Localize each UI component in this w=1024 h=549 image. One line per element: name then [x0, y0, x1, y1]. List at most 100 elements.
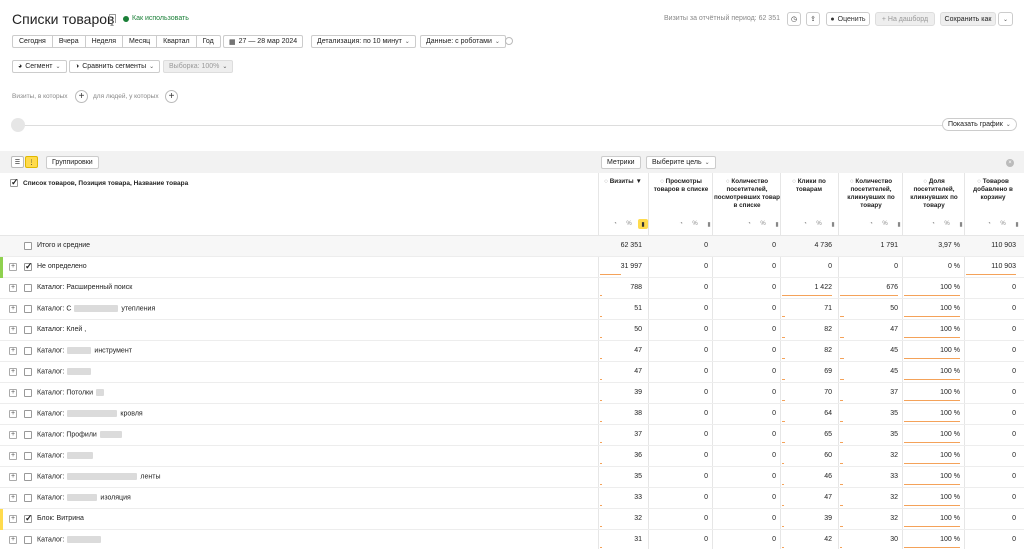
totals-row[interactable]: Итого и средние 62 351 0 0 4 736 1 791 3,97 % 1…: [0, 236, 1024, 257]
expand-icon[interactable]: +: [9, 263, 17, 271]
percent-icon[interactable]: %: [814, 219, 824, 229]
list-view-toggle[interactable]: ☰: [11, 156, 24, 168]
table-row[interactable]: + Каталог: 36 0 0 60 32 100 % 0: [0, 446, 1024, 467]
add-people-filter-button[interactable]: +: [165, 90, 178, 103]
how-to-use-link[interactable]: Как использовать: [123, 15, 189, 22]
percent-icon[interactable]: %: [998, 219, 1008, 229]
pie-icon[interactable]: ◔: [744, 219, 754, 229]
percent-icon[interactable]: %: [690, 219, 700, 229]
row-checkbox[interactable]: [24, 513, 33, 524]
table-row[interactable]: + Каталог: Потолки 39 0 0 70 37 100 % 0: [0, 383, 1024, 404]
data-dropdown[interactable]: Данные: с роботами ⌄: [420, 35, 506, 48]
percent-icon[interactable]: %: [942, 219, 952, 229]
table-row[interactable]: + Каталог: 31 0 0 42 30 100 % 0: [0, 530, 1024, 549]
table-row[interactable]: + Каталог: Сутепления 51 0 0 71 50 100 % 0: [0, 299, 1024, 320]
period-week[interactable]: Неделя: [86, 36, 124, 47]
expand-icon[interactable]: +: [9, 389, 17, 397]
row-checkbox[interactable]: [24, 389, 32, 397]
column-view-switch[interactable]: ◔% ▮: [984, 219, 1022, 229]
pie-icon[interactable]: ◔: [676, 219, 686, 229]
expand-icon[interactable]: +: [9, 494, 17, 502]
bars-icon[interactable]: ▮: [638, 219, 648, 229]
bookmark-icon[interactable]: [109, 14, 116, 26]
column-header[interactable]: ○ Количество посетителей, посмотревших т…: [714, 178, 780, 210]
detail-dropdown[interactable]: Детализация: по 10 минут ⌄: [311, 35, 416, 48]
table-row[interactable]: + Каталог: инструмент 47 0 0 82 45 100 % 0: [0, 341, 1024, 362]
row-checkbox[interactable]: [24, 305, 32, 313]
sample-dropdown[interactable]: Выборка: 100% ⌄: [163, 60, 234, 73]
table-row[interactable]: + Каталог: Расширенный поиск 788 0 0 1 422 676…: [0, 278, 1024, 299]
column-view-switch[interactable]: ◔% ▮: [744, 219, 782, 229]
bars-icon[interactable]: ▮: [1012, 219, 1022, 229]
table-row[interactable]: + Не определено 31 997 0 0 0 0 0 % 110 903: [0, 257, 1024, 278]
row-checkbox[interactable]: [24, 347, 32, 355]
expand-icon[interactable]: +: [9, 410, 17, 418]
row-checkbox[interactable]: [24, 284, 32, 292]
row-checkbox[interactable]: [24, 431, 32, 439]
expand-icon[interactable]: +: [9, 347, 17, 355]
pie-icon[interactable]: ◔: [984, 219, 994, 229]
column-header[interactable]: ○ Количество посетителей, кликнувших по …: [840, 178, 902, 210]
column-header[interactable]: ○ Визиты ▼: [600, 178, 646, 186]
help-icon[interactable]: [505, 37, 513, 45]
table-row[interactable]: + Каталог: Профили 37 0 0 65 35 100 % 0: [0, 425, 1024, 446]
tree-view-toggle[interactable]: ⋮: [25, 156, 38, 168]
row-checkbox[interactable]: [24, 536, 32, 544]
expand-icon[interactable]: +: [9, 326, 17, 334]
groupings-button[interactable]: Группировки: [46, 156, 99, 169]
compare-segments-dropdown[interactable]: ◑ Сравнить сегменты ⌄: [69, 60, 161, 73]
pie-icon[interactable]: ◔: [800, 219, 810, 229]
dimension-checkbox[interactable]: [10, 177, 19, 189]
pie-icon[interactable]: ◔: [610, 219, 620, 229]
table-row[interactable]: + Каталог: кровля 38 0 0 64 35 100 % 0: [0, 404, 1024, 425]
period-year[interactable]: Год: [197, 36, 220, 47]
period-today[interactable]: Сегодня: [13, 36, 53, 47]
expand-icon[interactable]: +: [9, 452, 17, 460]
table-row[interactable]: + Блок: Витрина 32 0 0 39 32 100 % 0: [0, 509, 1024, 530]
period-quarter[interactable]: Квартал: [157, 36, 197, 47]
column-view-switch[interactable]: ◔% ▮: [610, 219, 648, 229]
row-checkbox[interactable]: [24, 326, 32, 334]
add-visits-filter-button[interactable]: +: [75, 90, 88, 103]
close-icon[interactable]: ×: [1006, 159, 1014, 167]
date-range-picker[interactable]: ▦ 27 — 28 мар 2024: [223, 35, 304, 48]
expand-icon[interactable]: +: [9, 536, 17, 544]
row-checkbox[interactable]: [24, 473, 32, 481]
show-graph-button[interactable]: Показать график ⌄: [942, 118, 1017, 131]
row-checkbox[interactable]: [24, 242, 32, 250]
expand-icon[interactable]: +: [9, 515, 17, 523]
segment-dropdown[interactable]: ◕ Сегмент ⌄: [12, 60, 67, 73]
row-checkbox[interactable]: [24, 261, 33, 272]
goal-dropdown[interactable]: Выберите цель ⌄: [646, 156, 716, 169]
metrics-button[interactable]: Метрики: [601, 156, 641, 169]
column-view-switch[interactable]: ◔% ▮: [928, 219, 966, 229]
column-header[interactable]: ○ Клики по товарам: [782, 178, 836, 194]
percent-icon[interactable]: %: [624, 219, 634, 229]
row-checkbox[interactable]: [24, 368, 32, 376]
expand-icon[interactable]: +: [9, 284, 17, 292]
column-view-switch[interactable]: ◔% ▮: [800, 219, 838, 229]
rate-button[interactable]: ● Оценить: [826, 12, 870, 26]
history-button[interactable]: ◷: [787, 12, 801, 26]
save-as-button[interactable]: Сохранить как: [940, 12, 996, 26]
column-view-switch[interactable]: ◔% ▮: [866, 219, 904, 229]
table-row[interactable]: + Каталог: изоляция 33 0 0 47 32 100 % 0: [0, 488, 1024, 509]
save-as-dropdown[interactable]: ⌄: [998, 12, 1013, 26]
period-yesterday[interactable]: Вчера: [53, 36, 86, 47]
pie-icon[interactable]: ◔: [928, 219, 938, 229]
export-button[interactable]: ⇪: [806, 12, 820, 26]
expand-icon[interactable]: +: [9, 473, 17, 481]
row-checkbox[interactable]: [24, 410, 32, 418]
percent-icon[interactable]: %: [880, 219, 890, 229]
expand-icon[interactable]: +: [9, 368, 17, 376]
period-month[interactable]: Месяц: [123, 36, 158, 47]
bars-icon[interactable]: ▮: [828, 219, 838, 229]
expand-icon[interactable]: +: [9, 431, 17, 439]
row-checkbox[interactable]: [24, 494, 32, 502]
table-row[interactable]: + Каталог: Клей , 50 0 0 82 47 100 % 0: [0, 320, 1024, 341]
expand-icon[interactable]: +: [9, 305, 17, 313]
column-header[interactable]: ○ Товаров добавлено в корзину: [966, 178, 1020, 202]
column-header[interactable]: ○ Просмотры товаров в списке: [650, 178, 712, 194]
pie-icon[interactable]: ◔: [866, 219, 876, 229]
row-checkbox[interactable]: [24, 452, 32, 460]
